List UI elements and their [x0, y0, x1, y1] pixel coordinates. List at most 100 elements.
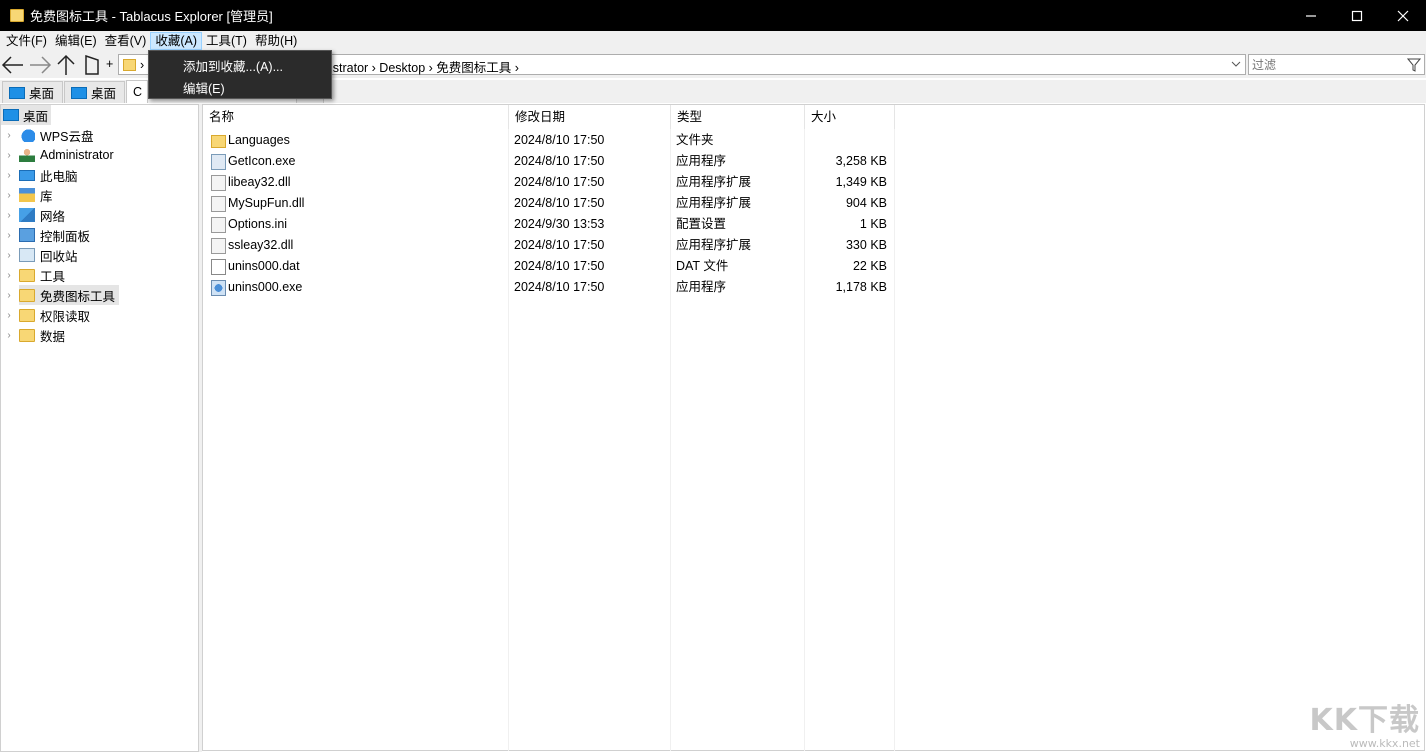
tree-item[interactable]: 控制面板	[19, 225, 90, 245]
folder-icon	[123, 58, 136, 71]
file-row[interactable]: unins000.exe 2024/8/10 17:50 应用程序 1,178 KB	[203, 277, 903, 298]
column-header-size[interactable]: 大小	[805, 105, 895, 129]
title-bar: 免费图标工具 - Tablacus Explorer [管理员]	[0, 0, 1426, 31]
expand-chevron-icon[interactable]: ›	[5, 325, 13, 345]
expand-chevron-icon[interactable]: ›	[5, 305, 13, 325]
tree-item[interactable]: 免费图标工具	[19, 285, 120, 305]
expand-chevron-icon[interactable]: ›	[5, 185, 13, 205]
tree-item[interactable]: 此电脑	[19, 165, 78, 185]
menu-add-to-favorites[interactable]: 添加到收藏...(A)...	[183, 56, 283, 75]
column-header-type[interactable]: 类型	[671, 105, 805, 129]
filter-icon[interactable]	[1407, 58, 1421, 72]
tree-label: Administrator	[40, 148, 114, 162]
close-button[interactable]	[1380, 0, 1426, 31]
file-date: 2024/8/10 17:50	[514, 175, 605, 189]
path-chevron[interactable]: ›	[140, 58, 144, 72]
tree-label: 权限读取	[40, 309, 91, 324]
back-button[interactable]	[0, 52, 26, 77]
tab-label: C	[133, 85, 143, 99]
file-type: 应用程序	[676, 280, 727, 294]
file-row[interactable]: MySupFun.dll 2024/8/10 17:50 应用程序扩展 904 KB	[203, 193, 903, 214]
window-title: 免费图标工具 - Tablacus Explorer [管理员]	[30, 9, 273, 24]
tree-item[interactable]: 权限读取	[19, 305, 90, 325]
up-arrow-icon	[57, 54, 75, 75]
tab-desktop-1[interactable]: 桌面	[2, 81, 63, 103]
minimize-icon	[1306, 14, 1316, 17]
tree-label: 回收站	[40, 249, 78, 264]
file-row[interactable]: ssleay32.dll 2024/8/10 17:50 应用程序扩展 330 KB	[203, 235, 903, 256]
expand-chevron-icon[interactable]: ›	[5, 285, 13, 305]
file-date: 2024/8/10 17:50	[514, 280, 605, 294]
menu-bar: 文件(F) 编辑(E) 查看(V) 收藏(A) 工具(T) 帮助(H)	[0, 31, 1426, 51]
tree-item[interactable]: 网络	[19, 205, 65, 225]
file-row[interactable]: libeay32.dll 2024/8/10 17:50 应用程序扩展 1,349 K…	[203, 172, 903, 193]
file-type: 应用程序扩展	[676, 196, 752, 210]
tree-label: 库	[40, 189, 53, 204]
file-type: 配置设置	[676, 217, 727, 231]
dat-icon	[211, 259, 226, 275]
expand-chevron-icon[interactable]: ›	[5, 145, 13, 165]
menu-favorites[interactable]: 收藏(A)	[150, 32, 202, 50]
file-type: 应用程序扩展	[676, 175, 752, 189]
tree-label: 免费图标工具	[40, 289, 116, 304]
file-date: 2024/8/10 17:50	[514, 133, 605, 147]
file-name: unins000.exe	[228, 280, 303, 294]
folder-icon	[211, 135, 226, 148]
tab-label: 桌面	[29, 87, 55, 101]
menu-view[interactable]: 查看(V)	[101, 32, 151, 50]
tree-item[interactable]: WPS云盘	[19, 125, 93, 145]
expand-chevron-icon[interactable]: ›	[5, 225, 13, 245]
menu-help[interactable]: 帮助(H)	[251, 32, 301, 50]
file-name: ssleay32.dll	[228, 238, 294, 252]
new-tab-button[interactable]	[81, 52, 103, 77]
plus-label[interactable]: +	[106, 57, 113, 71]
maximize-button[interactable]	[1334, 0, 1380, 31]
file-row[interactable]: GetIcon.exe 2024/8/10 17:50 应用程序 3,258 KB	[203, 151, 903, 172]
forward-arrow-icon	[30, 55, 52, 74]
forward-button[interactable]	[27, 52, 53, 77]
tree-label: 数据	[40, 329, 66, 344]
control-panel-icon	[19, 228, 35, 242]
tree-item[interactable]: 数据	[19, 325, 65, 345]
file-name: MySupFun.dll	[228, 196, 305, 210]
tree-item-desktop[interactable]: 桌面	[1, 105, 51, 125]
tree-item[interactable]: 回收站	[19, 245, 78, 265]
tree-item[interactable]: 工具	[19, 265, 65, 285]
file-name: Options.ini	[228, 217, 288, 231]
dll-icon	[211, 196, 226, 212]
minimize-button[interactable]	[1288, 0, 1334, 31]
column-header-name[interactable]: 名称 ^	[203, 105, 559, 129]
expand-chevron-icon[interactable]: ›	[5, 165, 13, 185]
file-row[interactable]: unins000.dat 2024/8/10 17:50 DAT 文件 22 KB	[203, 256, 903, 277]
filter-input[interactable]	[1249, 55, 1399, 74]
folder-tree: 桌面 › WPS云盘 › Administrator › 此电脑 › 库 › 网络 › 控制面板 › 回收…	[0, 104, 199, 752]
file-name: Languages	[228, 133, 290, 147]
file-type: 文件夹	[676, 133, 714, 147]
menu-tools[interactable]: 工具(T)	[202, 32, 251, 50]
up-button[interactable]	[55, 52, 77, 77]
expand-chevron-icon[interactable]: ›	[5, 205, 13, 225]
expand-chevron-icon[interactable]: ›	[5, 125, 13, 145]
column-header-date[interactable]: 修改日期	[509, 105, 671, 129]
tab-icon	[85, 54, 99, 75]
tab-desktop-2[interactable]: 桌面	[64, 81, 125, 103]
menu-edit[interactable]: 编辑(E)	[51, 32, 101, 50]
tree-item[interactable]: Administrator	[19, 145, 114, 165]
menu-edit-favorites[interactable]: 编辑(E)	[183, 78, 225, 97]
chevron-down-icon[interactable]	[1230, 58, 1242, 70]
tree-item[interactable]: 库	[19, 185, 53, 205]
file-date: 2024/8/10 17:50	[514, 154, 605, 168]
dll-icon	[211, 175, 226, 191]
file-row[interactable]: Languages 2024/8/10 17:50 文件夹	[203, 130, 903, 151]
file-date: 2024/8/10 17:50	[514, 238, 605, 252]
filter-box	[1248, 54, 1425, 75]
tab-current[interactable]: C	[126, 80, 148, 103]
folder-icon	[19, 308, 35, 322]
file-name: GetIcon.exe	[228, 154, 296, 168]
maximize-icon	[1351, 10, 1363, 21]
expand-chevron-icon[interactable]: ›	[5, 265, 13, 285]
breadcrumb[interactable]: istrator › Desktop › 免费图标工具 ›	[330, 57, 519, 76]
file-row[interactable]: Options.ini 2024/9/30 13:53 配置设置 1 KB	[203, 214, 903, 235]
menu-file[interactable]: 文件(F)	[2, 32, 51, 50]
expand-chevron-icon[interactable]: ›	[5, 245, 13, 265]
